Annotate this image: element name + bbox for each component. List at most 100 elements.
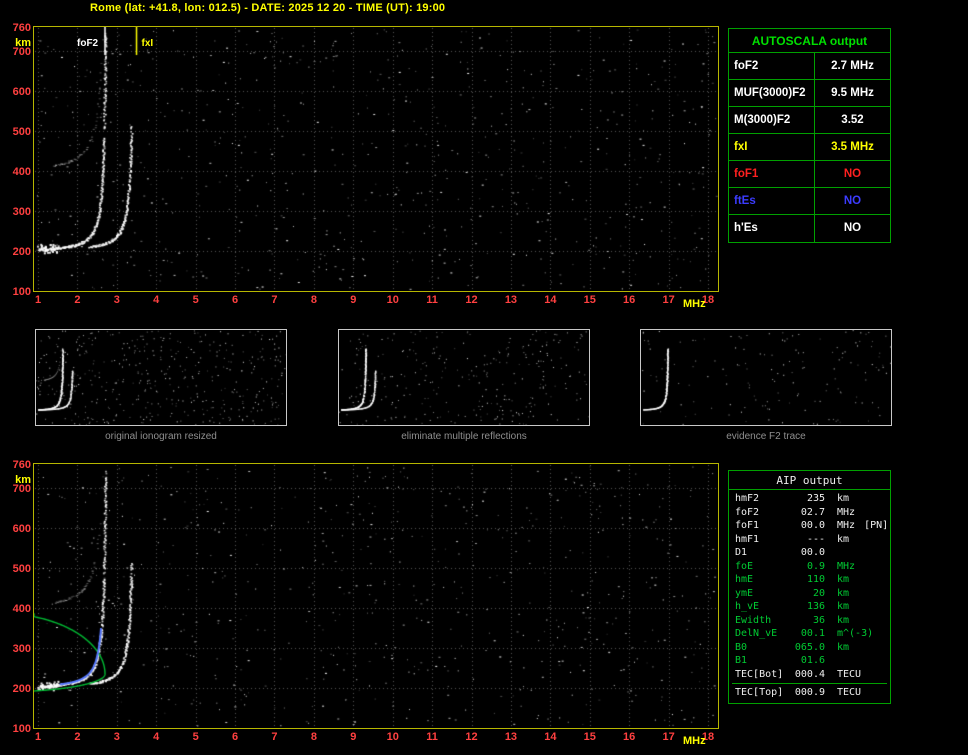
- aip-param-label: hmF1: [735, 533, 760, 545]
- aip-ionogram-plot: [33, 463, 719, 729]
- x-axis-tick: 9: [350, 294, 357, 306]
- x-axis-tick: 4: [153, 731, 160, 743]
- y-axis-tick: 300: [12, 643, 31, 655]
- aip-param-value: 110: [806, 574, 825, 585]
- y-axis-tick: 500: [12, 126, 31, 138]
- x-axis-tick: 13: [504, 294, 518, 306]
- aip-param-label: hmF2: [735, 493, 760, 504]
- autoscala-param-label: foF2: [729, 53, 815, 79]
- autoscala-row: fxI 3.5 MHz: [729, 134, 890, 161]
- x-axis-unit-label: MHz: [683, 735, 706, 747]
- x-axis-tick: 7: [271, 294, 278, 306]
- aip-param-label: B1: [735, 655, 748, 666]
- autoscala-row: M(3000)F2 3.52: [729, 107, 890, 134]
- aip-param-unit: km: [837, 574, 850, 585]
- y-axis-tick: 600: [12, 86, 31, 98]
- aip-row: B0 065.0 km: [729, 641, 890, 655]
- aip-param-value: 235: [806, 493, 825, 504]
- aip-param-unit: MHz: [837, 560, 856, 572]
- aip-param-label: TEC[Top]: [735, 687, 784, 698]
- x-axis-tick: 10: [386, 731, 399, 743]
- y-axis-tick: 400: [12, 166, 31, 178]
- aip-row: foE 0.9 MHz: [729, 560, 890, 574]
- aip-param-label: foF2: [735, 506, 760, 518]
- y-axis-tick: 200: [12, 683, 31, 695]
- y-axis-unit-label: km: [15, 474, 31, 486]
- y-axis-tick: 760: [12, 22, 31, 34]
- aip-param-unit: km: [837, 641, 850, 653]
- x-axis-tick: 11: [426, 294, 438, 306]
- x-axis-tick: 5: [192, 731, 199, 743]
- aip-param-value: 36: [812, 614, 825, 626]
- x-axis-tick: 9: [350, 731, 357, 743]
- aip-param-tag: [PN]: [864, 520, 889, 531]
- aip-row: DelN_vE 00.1 m^(-3): [729, 627, 890, 641]
- aip-param-label: ymE: [735, 587, 754, 599]
- aip-param-value: 00.1: [800, 628, 825, 639]
- aip-param-label: hmE: [735, 574, 754, 585]
- autoscala-panel-header: AUTOSCALA output: [729, 29, 890, 53]
- autoscala-param-label: M(3000)F2: [729, 107, 815, 133]
- x-axis-tick: 12: [465, 294, 478, 306]
- aip-param-unit: km: [837, 601, 850, 612]
- aip-param-label: foE: [735, 560, 754, 572]
- x-axis-tick: 1: [34, 731, 42, 743]
- thumbnail-f2trace-ionogram: [640, 329, 892, 426]
- autoscala-param-label: ftEs: [729, 188, 815, 214]
- x-axis-tick: 17: [662, 294, 675, 306]
- autoscala-param-value: 3.5 MHz: [831, 141, 874, 153]
- aip-panel-header: AIP output: [729, 471, 890, 490]
- thumbnail-cleaned-canvas: [339, 330, 589, 425]
- y-axis-tick: 300: [12, 206, 31, 218]
- x-axis-tick: 4: [153, 294, 160, 306]
- aip-row: D1 00.0: [729, 546, 890, 560]
- autoscala-param-value: NO: [843, 222, 862, 234]
- aip-param-value: 0.9: [806, 560, 825, 572]
- autoscala-param-label: MUF(3000)F2: [729, 80, 815, 106]
- x-axis-tick: 12: [465, 731, 478, 743]
- aip-param-unit: km: [837, 614, 850, 626]
- critical-frequency-label: fxI: [141, 38, 154, 49]
- autoscala-param-value: NO: [843, 195, 862, 207]
- autoscala-row: h'Es NO: [729, 215, 890, 242]
- x-axis-tick: 3: [113, 294, 120, 306]
- y-axis-tick: 500: [12, 563, 31, 575]
- aip-param-label: h_vE: [735, 601, 760, 612]
- aip-row: B1 01.6: [729, 654, 890, 668]
- aip-param-unit: km: [837, 493, 850, 504]
- autoscala-row: foF1 NO: [729, 161, 890, 188]
- aip-row: foF1 00.0 MHz [PN]: [729, 519, 890, 533]
- autoscala-param-label: foF1: [729, 161, 815, 187]
- x-axis-tick: 2: [74, 294, 81, 306]
- aip-row: TEC[Bot] 000.4 TECU: [729, 668, 890, 682]
- autoscala-param-value: 3.52: [841, 114, 864, 126]
- y-axis-tick: 400: [12, 603, 31, 615]
- x-axis-tick: 14: [544, 731, 557, 743]
- y-axis-tick: 600: [12, 523, 31, 535]
- aip-param-value: 000.9: [794, 687, 825, 698]
- thumbnail-original-ionogram: [35, 329, 287, 426]
- scaled-ionogram-plot: foF2 fxI: [33, 26, 719, 292]
- aip-param-unit: TECU: [837, 687, 862, 698]
- aip-param-value: 01.6: [800, 655, 825, 666]
- aip-param-unit: km: [837, 587, 850, 599]
- aip-param-label: foF1: [735, 520, 760, 531]
- x-axis-tick: 13: [504, 731, 518, 743]
- aip-param-value: 136: [806, 601, 825, 612]
- aip-row: Ewidth 36 km: [729, 614, 890, 628]
- autoscala-param-label: h'Es: [729, 215, 815, 242]
- x-axis-tick: 14: [544, 294, 557, 306]
- x-axis-tick: 2: [74, 731, 81, 743]
- aip-output-panel: AIP output hmF2 235 km foF2 02.7 MHz foF1 00.0 M…: [728, 470, 891, 704]
- aip-param-value: 065.0: [794, 641, 825, 653]
- autoscala-rows-container: foF2 2.7 MHz MUF(3000)F2 9.5 MHz M(3000)F2 3.…: [729, 53, 890, 242]
- aip-row: h_vE 136 km: [729, 600, 890, 614]
- x-axis-tick: 1: [34, 294, 42, 306]
- scaled-ionogram-canvas: [34, 27, 718, 291]
- aip-param-value: ---: [806, 533, 825, 545]
- thumbnail-caption-f2trace: evidence F2 trace: [726, 431, 806, 442]
- x-axis-tick: 8: [310, 294, 317, 306]
- thumbnail-f2trace-canvas: [641, 330, 891, 425]
- aip-param-unit: MHz: [837, 506, 856, 518]
- aip-param-unit: TECU: [837, 668, 862, 680]
